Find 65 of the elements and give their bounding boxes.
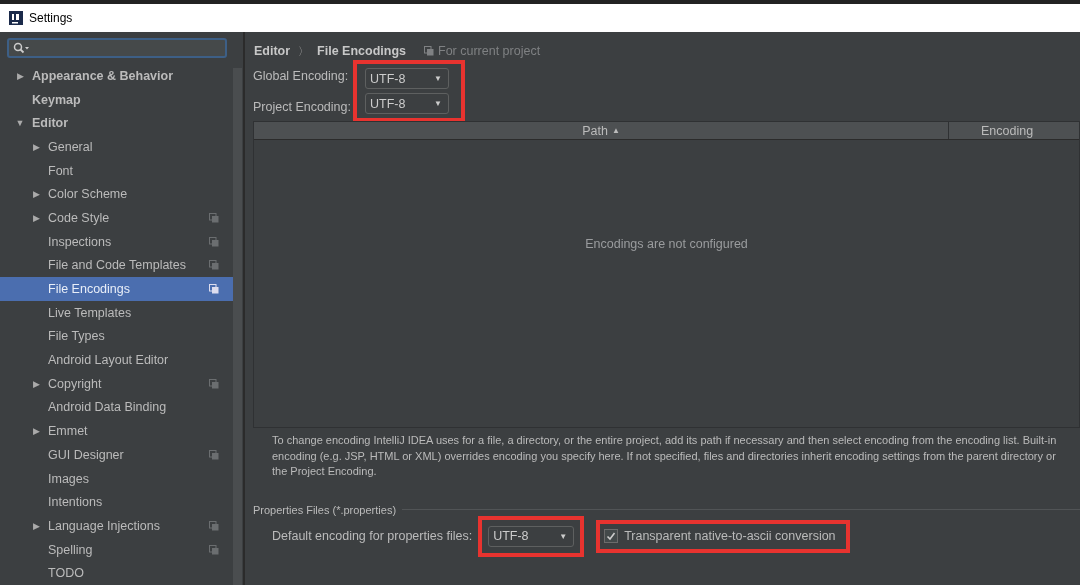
tree-item[interactable]: Inspections (0, 229, 233, 254)
window-title: Settings (29, 11, 73, 25)
copy-icon (209, 260, 219, 271)
tree-item[interactable]: Images (0, 466, 233, 491)
collapsed-arrow-icon[interactable]: ▶ (30, 378, 42, 389)
tree-item[interactable]: Keymap (0, 87, 233, 112)
collapsed-arrow-icon[interactable]: ▶ (30, 189, 42, 200)
tree-item[interactable]: ▶ Copyright (0, 371, 233, 396)
breadcrumb-separator: 〉 (298, 43, 310, 59)
tree-item[interactable]: File Encodings (0, 277, 233, 301)
collapsed-arrow-icon[interactable]: ▶ (14, 70, 26, 81)
expanded-arrow-icon[interactable]: ▼ (14, 118, 26, 129)
encoding-dropdown[interactable]: UTF-8 ▼ (365, 93, 449, 114)
encoding-dropdown[interactable]: UTF-8 ▼ (488, 525, 575, 547)
tree-item[interactable]: Font (0, 158, 233, 183)
dropdown-arrow-icon: ▼ (434, 99, 442, 108)
tree-item[interactable]: File and Code Templates (0, 253, 233, 278)
copy-icon (209, 212, 219, 223)
collapsed-arrow-icon[interactable]: ▶ (30, 212, 42, 223)
sort-arrow-icon: ▲ (611, 126, 620, 135)
tree-item[interactable]: Live Templates (0, 300, 233, 325)
dropdown-arrow-icon: ▼ (434, 74, 442, 83)
encoding-dropdown[interactable]: UTF-8 ▼ (365, 68, 449, 89)
tree-item[interactable]: Android Layout Editor (0, 348, 233, 372)
column-header[interactable]: Encoding (949, 122, 1079, 139)
collapsed-arrow-icon[interactable]: ▶ (30, 520, 42, 531)
tree-item[interactable]: File Types (0, 324, 233, 349)
breadcrumb-item: File Encodings (317, 44, 406, 58)
copy-icon (209, 520, 219, 531)
column-header[interactable]: Path ▲ (254, 122, 949, 139)
copy-icon (209, 449, 219, 460)
tree-item[interactable]: ▶ Emmet (0, 419, 233, 443)
encoding-help-text: To change encoding IntelliJ IDEA uses for a file, a directory, or the entire project, add its path if necessary and then select encoding from the encoding list. Built-in encoding (e.g. JSP, HTML or XML) overrides encoding you specify here. If not specified, files and directories inherit encoding settings from the parent directory or the Project Encoding. (271, 433, 1057, 479)
checkbox[interactable] (604, 528, 619, 543)
field-label: Project Encoding: (253, 98, 352, 116)
section-title: Properties Files (*.properties) (253, 503, 397, 516)
field-label: Global Encoding: (253, 67, 350, 85)
copy-icon (209, 284, 219, 295)
tree-item[interactable]: GUI Designer (0, 443, 233, 467)
app-icon (9, 11, 23, 25)
tree-item[interactable]: ▼ Editor (0, 111, 233, 136)
tree-item[interactable]: Intentions (0, 490, 233, 515)
tree-item[interactable]: Android Data Binding (0, 395, 233, 420)
tree-item[interactable]: TODO (0, 561, 233, 585)
tree-item[interactable]: ▶ Code Style (0, 206, 233, 230)
tree-item[interactable]: ▶ Color Scheme (0, 182, 233, 207)
tree-item[interactable]: ▶ Language Injections (0, 514, 233, 538)
search-field[interactable] (7, 38, 227, 58)
tree-item[interactable]: Spelling (0, 537, 233, 562)
scrollbar[interactable] (233, 68, 242, 585)
search-icon (13, 42, 29, 54)
tree-item[interactable]: ▶ General (0, 135, 233, 159)
field-label: Default encoding for properties files: (272, 529, 473, 543)
dropdown-arrow-icon: ▼ (559, 531, 568, 541)
copy-icon (209, 378, 219, 389)
collapsed-arrow-icon[interactable]: ▶ (30, 426, 42, 437)
copy-icon (209, 236, 219, 247)
copy-icon (209, 544, 219, 555)
copy-icon (424, 46, 434, 56)
breadcrumb-item: Editor (254, 44, 291, 58)
scope-label: For current project (438, 44, 541, 58)
tree-item[interactable]: ▶ Appearance & Behavior (0, 64, 233, 88)
checkbox-label[interactable]: Transparent native-to-ascii conversion (624, 528, 836, 543)
collapsed-arrow-icon[interactable]: ▶ (30, 141, 42, 152)
empty-table-message: Encodings are not configured (585, 236, 748, 251)
